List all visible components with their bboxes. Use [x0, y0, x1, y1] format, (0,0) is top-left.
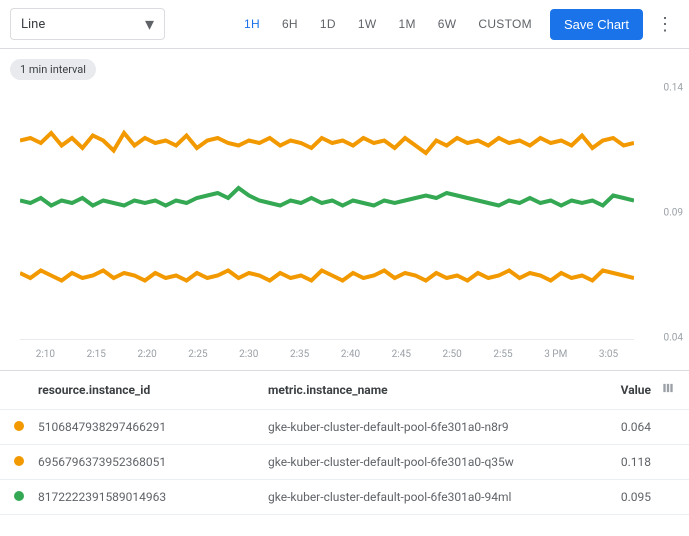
- legend-rows: 5106847938297466291gke-kuber-cluster-def…: [0, 410, 689, 515]
- view-column-icon: [661, 383, 675, 399]
- x-tick-label: 2:45: [392, 349, 411, 360]
- series-line: [20, 271, 634, 281]
- legend-header-row: resource.instance_id metric.instance_nam…: [0, 371, 689, 410]
- legend-row[interactable]: 5106847938297466291gke-kuber-cluster-def…: [0, 410, 689, 445]
- legend-name: gke-kuber-cluster-default-pool-6fe301a0-…: [268, 455, 596, 469]
- x-tick-label: 3:05: [599, 349, 618, 360]
- chart-type-label: Line: [21, 17, 45, 32]
- series-swatch: [14, 456, 24, 466]
- chart-svg: [20, 88, 634, 338]
- legend-header-value: Value: [596, 383, 651, 397]
- series-line: [20, 188, 634, 206]
- series-swatch: [14, 491, 24, 501]
- toolbar: Line ▾ 1H6H1D1W1M6WCUSTOM Save Chart ⋮: [0, 0, 689, 49]
- chart-type-select[interactable]: Line ▾: [10, 8, 165, 40]
- chart-area: 0.04 0.09 0.14 2:10 2:15 2:20 2:25 2:30 2:35 2:4…: [0, 80, 689, 370]
- legend-table: resource.instance_id metric.instance_nam…: [0, 370, 689, 515]
- y-tick-label: 0.09: [664, 208, 684, 219]
- legend-header-name: metric.instance_name: [268, 383, 596, 397]
- swatch-cell: [14, 420, 38, 434]
- x-tick-label: 2:35: [290, 349, 309, 360]
- series-swatch: [14, 421, 24, 431]
- dropdown-arrow-icon: ▾: [145, 14, 154, 35]
- x-tick-label: 2:10: [36, 349, 55, 360]
- x-tick-label: 3 PM: [544, 349, 567, 360]
- swatch-cell: [14, 490, 38, 504]
- y-tick-label: 0.04: [664, 333, 684, 344]
- legend-id: 5106847938297466291: [38, 420, 268, 434]
- range-1h[interactable]: 1H: [234, 11, 270, 37]
- legend-name: gke-kuber-cluster-default-pool-6fe301a0-…: [268, 490, 596, 504]
- x-tick-label: 2:15: [87, 349, 106, 360]
- legend-id: 8172222391589014963: [38, 490, 268, 504]
- y-tick-label: 0.14: [664, 83, 684, 94]
- chart-plot[interactable]: [20, 88, 634, 338]
- more-vert-icon: ⋮: [656, 14, 674, 35]
- legend-value: 0.064: [596, 420, 651, 434]
- legend-value: 0.095: [596, 490, 651, 504]
- range-1w[interactable]: 1W: [348, 11, 387, 37]
- legend-value: 0.118: [596, 455, 651, 469]
- swatch-cell: [14, 455, 38, 469]
- range-6h[interactable]: 6H: [272, 11, 308, 37]
- interval-chip[interactable]: 1 min interval: [10, 59, 96, 80]
- x-tick-label: 2:20: [137, 349, 156, 360]
- legend-name: gke-kuber-cluster-default-pool-6fe301a0-…: [268, 420, 596, 434]
- legend-row[interactable]: 8172222391589014963gke-kuber-cluster-def…: [0, 480, 689, 515]
- x-axis-labels: 2:10 2:15 2:20 2:25 2:30 2:35 2:40 2:45 2:50 2:55…: [20, 349, 634, 360]
- range-custom[interactable]: CUSTOM: [468, 11, 542, 37]
- series-line: [20, 133, 634, 153]
- legend-id: 6956796373952368051: [38, 455, 268, 469]
- x-tick-label: 2:30: [239, 349, 258, 360]
- x-axis-line: [20, 339, 634, 340]
- legend-header-id: resource.instance_id: [38, 383, 268, 397]
- save-chart-button[interactable]: Save Chart: [550, 9, 643, 40]
- x-tick-label: 2:25: [188, 349, 207, 360]
- x-tick-label: 2:40: [341, 349, 360, 360]
- x-tick-label: 2:55: [493, 349, 512, 360]
- time-range-tabs: 1H6H1D1W1M6WCUSTOM: [234, 11, 542, 37]
- range-6w[interactable]: 6W: [428, 11, 467, 37]
- sub-toolbar: 1 min interval: [0, 49, 689, 80]
- overflow-menu-button[interactable]: ⋮: [651, 10, 679, 38]
- legend-row[interactable]: 6956796373952368051gke-kuber-cluster-def…: [0, 445, 689, 480]
- range-1m[interactable]: 1M: [388, 11, 425, 37]
- legend-columns-button[interactable]: [651, 381, 675, 399]
- x-tick-label: 2:50: [443, 349, 462, 360]
- range-1d[interactable]: 1D: [310, 11, 346, 37]
